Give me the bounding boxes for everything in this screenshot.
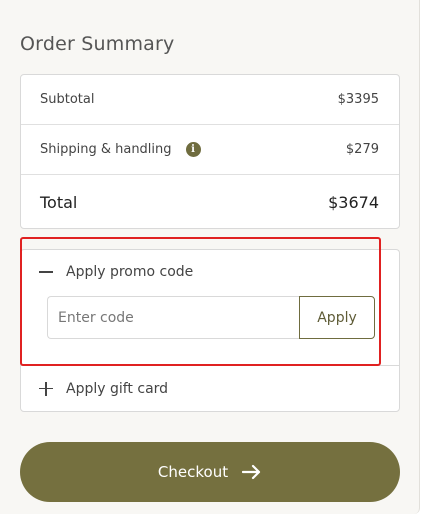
promo-code-input[interactable]: [47, 296, 300, 339]
promo-code-section: Apply promo code Apply: [20, 249, 400, 366]
summary-box: Subtotal $3395 Shipping & handling i $27…: [20, 74, 400, 229]
shipping-label: Shipping & handling: [40, 142, 172, 157]
checkout-button[interactable]: Checkout: [20, 442, 400, 502]
total-value: $3674: [328, 192, 379, 212]
checkout-label: Checkout: [157, 463, 229, 481]
total-label: Total: [40, 192, 78, 212]
shipping-label-group: Shipping & handling i: [40, 142, 201, 157]
gift-card-toggle[interactable]: Apply gift card: [20, 365, 400, 412]
subtotal-label: Subtotal: [40, 92, 95, 107]
subtotal-value: $3395: [337, 92, 379, 107]
total-row: Total $3674: [21, 176, 399, 228]
minus-icon: [39, 265, 53, 279]
gift-card-label: Apply gift card: [66, 380, 169, 397]
arrow-right-icon: [242, 464, 262, 480]
promo-code-toggle-label: Apply promo code: [66, 264, 194, 280]
subtotal-row: Subtotal $3395: [21, 75, 399, 125]
info-icon[interactable]: i: [185, 142, 201, 157]
plus-icon: [39, 381, 53, 396]
promo-code-toggle[interactable]: Apply promo code: [39, 264, 193, 280]
shipping-row: Shipping & handling i $279: [21, 125, 399, 175]
apply-promo-button[interactable]: Apply: [299, 296, 375, 339]
order-summary-title: Order Summary: [20, 33, 175, 55]
shipping-value: $279: [345, 142, 379, 157]
order-summary-panel: Order Summary Subtotal $3395 Shipping & …: [0, 0, 420, 514]
